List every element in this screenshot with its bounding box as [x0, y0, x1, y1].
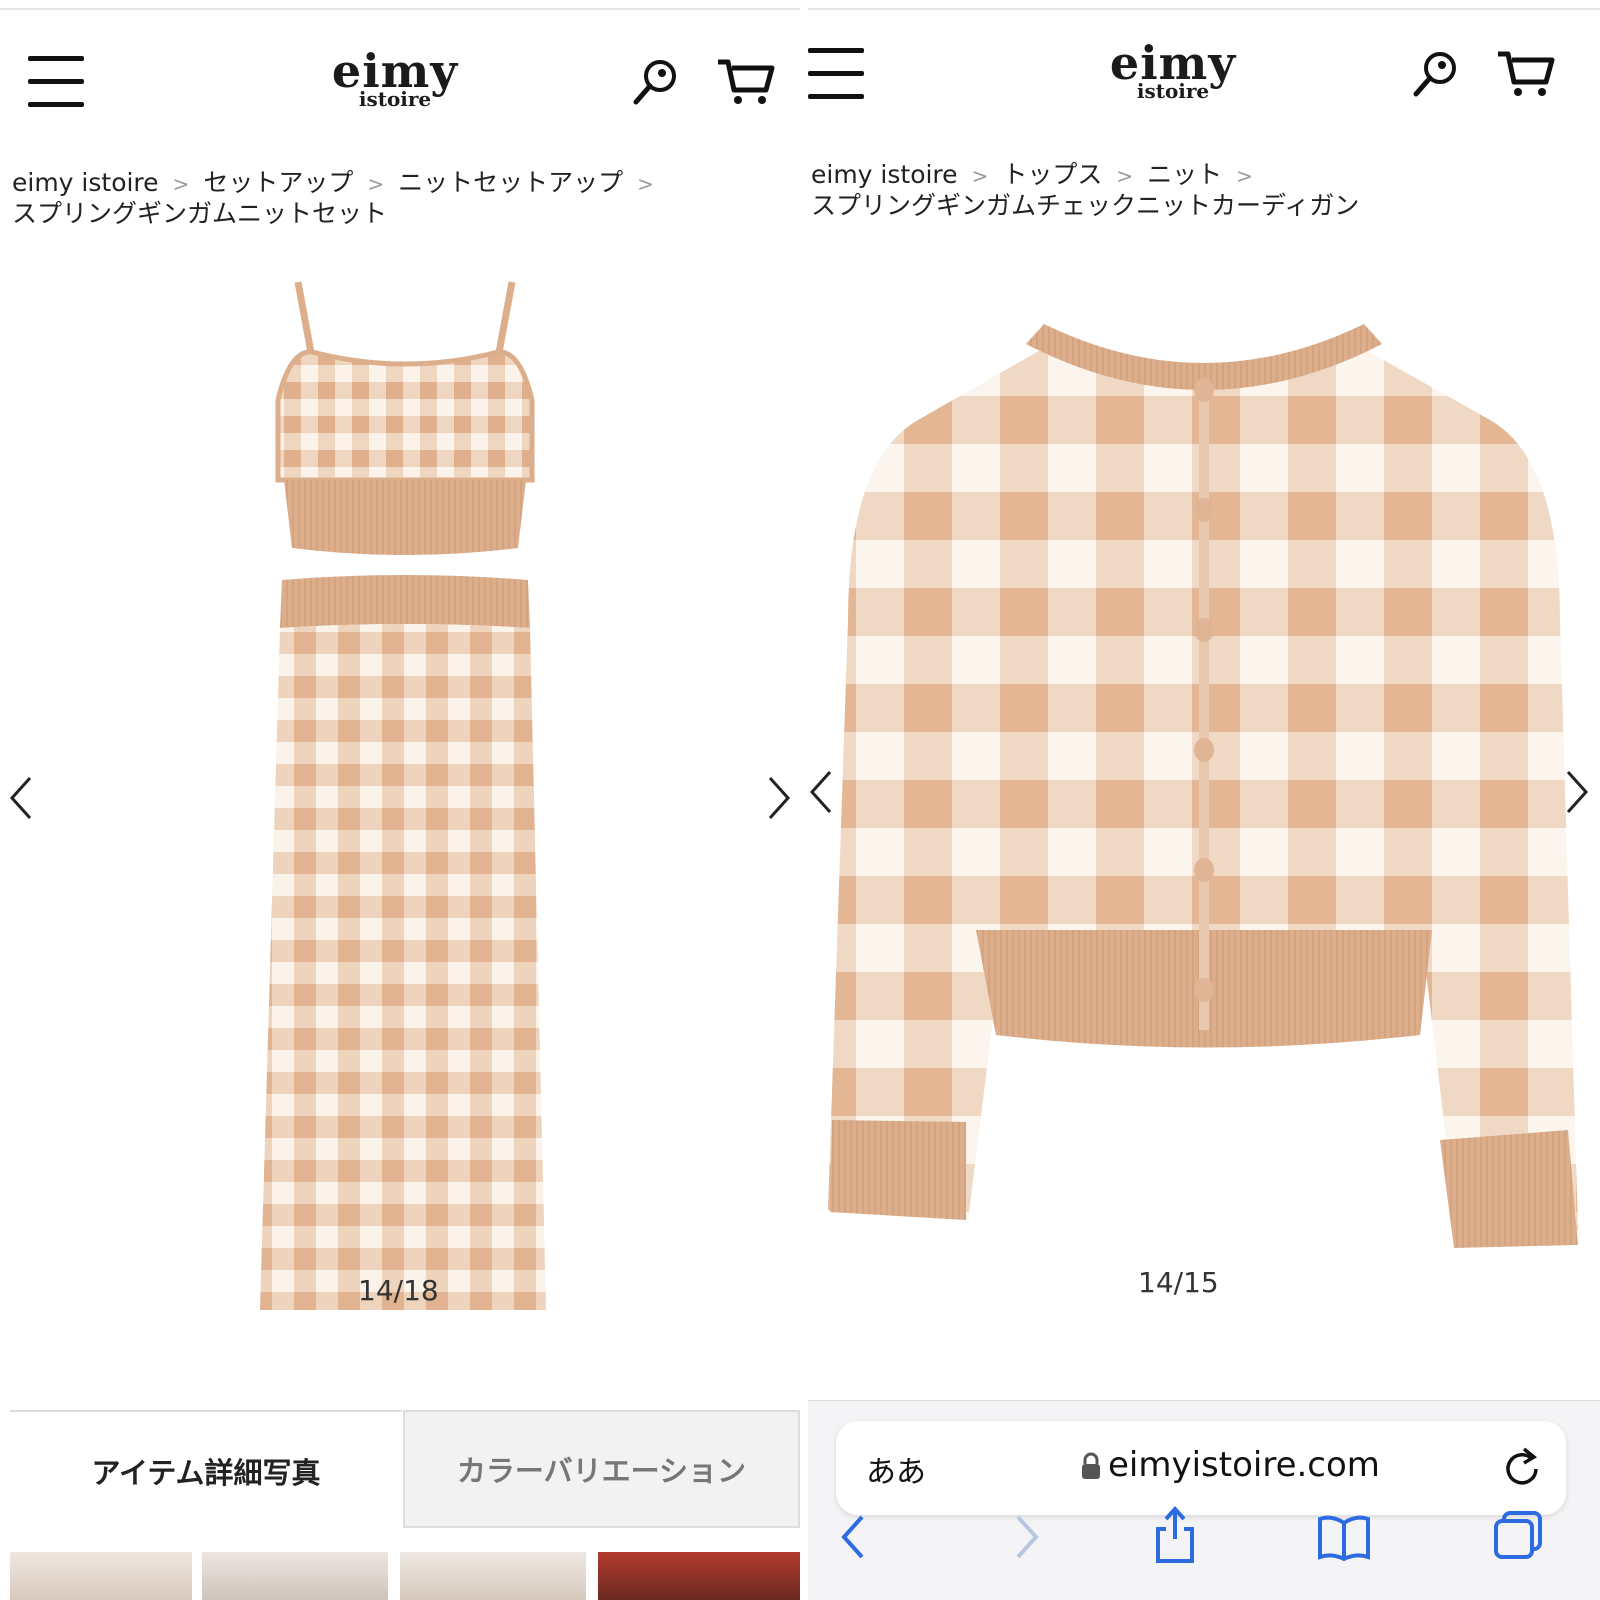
browser-toolbar: ああ eimyistoire.com	[808, 1400, 1600, 1600]
detail-tabs: アイテム詳細写真 カラーバリエーション	[10, 1410, 800, 1530]
breadcrumb-link-knit[interactable]: ニット	[1147, 160, 1222, 189]
breadcrumb-link-home[interactable]: eimy istoire	[12, 168, 159, 197]
reload-icon[interactable]	[1502, 1445, 1542, 1489]
url-text: eimyistoire.com	[1108, 1445, 1380, 1485]
thumbnail[interactable]	[400, 1552, 586, 1600]
top-divider	[0, 8, 800, 10]
menu-icon[interactable]	[28, 56, 84, 108]
menu-icon[interactable]	[808, 48, 864, 100]
thumbnail-strip	[10, 1552, 800, 1600]
right-screenshot: eimy istoire eimy istoire > トップス > ニット > スプリン…	[808, 0, 1600, 1600]
tab-item-detail-photos[interactable]: アイテム詳細写真	[10, 1410, 402, 1530]
cart-icon[interactable]	[716, 56, 776, 108]
tab-color-variation[interactable]: カラーバリエーション	[403, 1410, 800, 1528]
breadcrumb-link-home[interactable]: eimy istoire	[811, 160, 958, 189]
thumbnail[interactable]	[202, 1552, 388, 1600]
breadcrumb-link-tops[interactable]: トップス	[1002, 160, 1102, 189]
next-slide-icon[interactable]	[766, 776, 792, 820]
cart-icon[interactable]	[1496, 48, 1556, 100]
breadcrumb-current: スプリングギンガムチェックニットカーディガン	[811, 191, 1360, 220]
slide-counter: 14/18	[358, 1274, 439, 1307]
tabs-icon[interactable]	[1492, 1509, 1544, 1561]
breadcrumb-link-setup[interactable]: セットアップ	[203, 168, 353, 197]
slide-counter: 14/15	[1138, 1266, 1219, 1299]
forward-icon[interactable]	[1012, 1513, 1042, 1561]
breadcrumb-separator: >	[1236, 164, 1253, 188]
back-icon[interactable]	[838, 1513, 868, 1561]
lock-icon	[1082, 1452, 1100, 1479]
site-logo[interactable]: eimy istoire	[1088, 40, 1258, 101]
thumbnail[interactable]	[10, 1552, 192, 1600]
breadcrumb-current: スプリングギンガムニットセット	[12, 199, 388, 228]
breadcrumb-separator: >	[367, 172, 385, 196]
breadcrumb: eimy istoire > トップス > ニット > スプリングギンガムチェックニットカ…	[811, 160, 1591, 221]
breadcrumb-separator: >	[172, 172, 190, 196]
address-bar[interactable]: ああ eimyistoire.com	[836, 1421, 1566, 1515]
breadcrumb-separator: >	[637, 172, 654, 196]
breadcrumb-separator: >	[1116, 164, 1134, 188]
prev-slide-icon[interactable]	[808, 770, 834, 814]
prev-slide-icon[interactable]	[8, 776, 34, 820]
left-screenshot: eimy istoire eimy istoire > セットアップ > ニットセットア…	[0, 0, 800, 1600]
site-logo[interactable]: eimy istoire	[310, 48, 480, 109]
product-image-knit-set	[260, 281, 546, 1310]
text-size-button[interactable]: ああ	[866, 1447, 926, 1491]
search-icon[interactable]	[630, 56, 680, 106]
share-icon[interactable]	[1152, 1505, 1198, 1565]
thumbnail[interactable]	[598, 1552, 800, 1600]
panel-divider	[800, 0, 808, 1600]
top-divider	[808, 8, 1600, 10]
next-slide-icon[interactable]	[1564, 770, 1590, 814]
bookmarks-icon[interactable]	[1316, 1513, 1372, 1561]
breadcrumb-separator: >	[971, 164, 989, 188]
product-image-cardigan	[828, 324, 1578, 1248]
breadcrumb-link-knit-setup[interactable]: ニットセットアップ	[398, 168, 623, 197]
search-icon[interactable]	[1410, 48, 1460, 98]
breadcrumb: eimy istoire > セットアップ > ニットセットアップ > スプリングギンガム…	[12, 168, 792, 229]
